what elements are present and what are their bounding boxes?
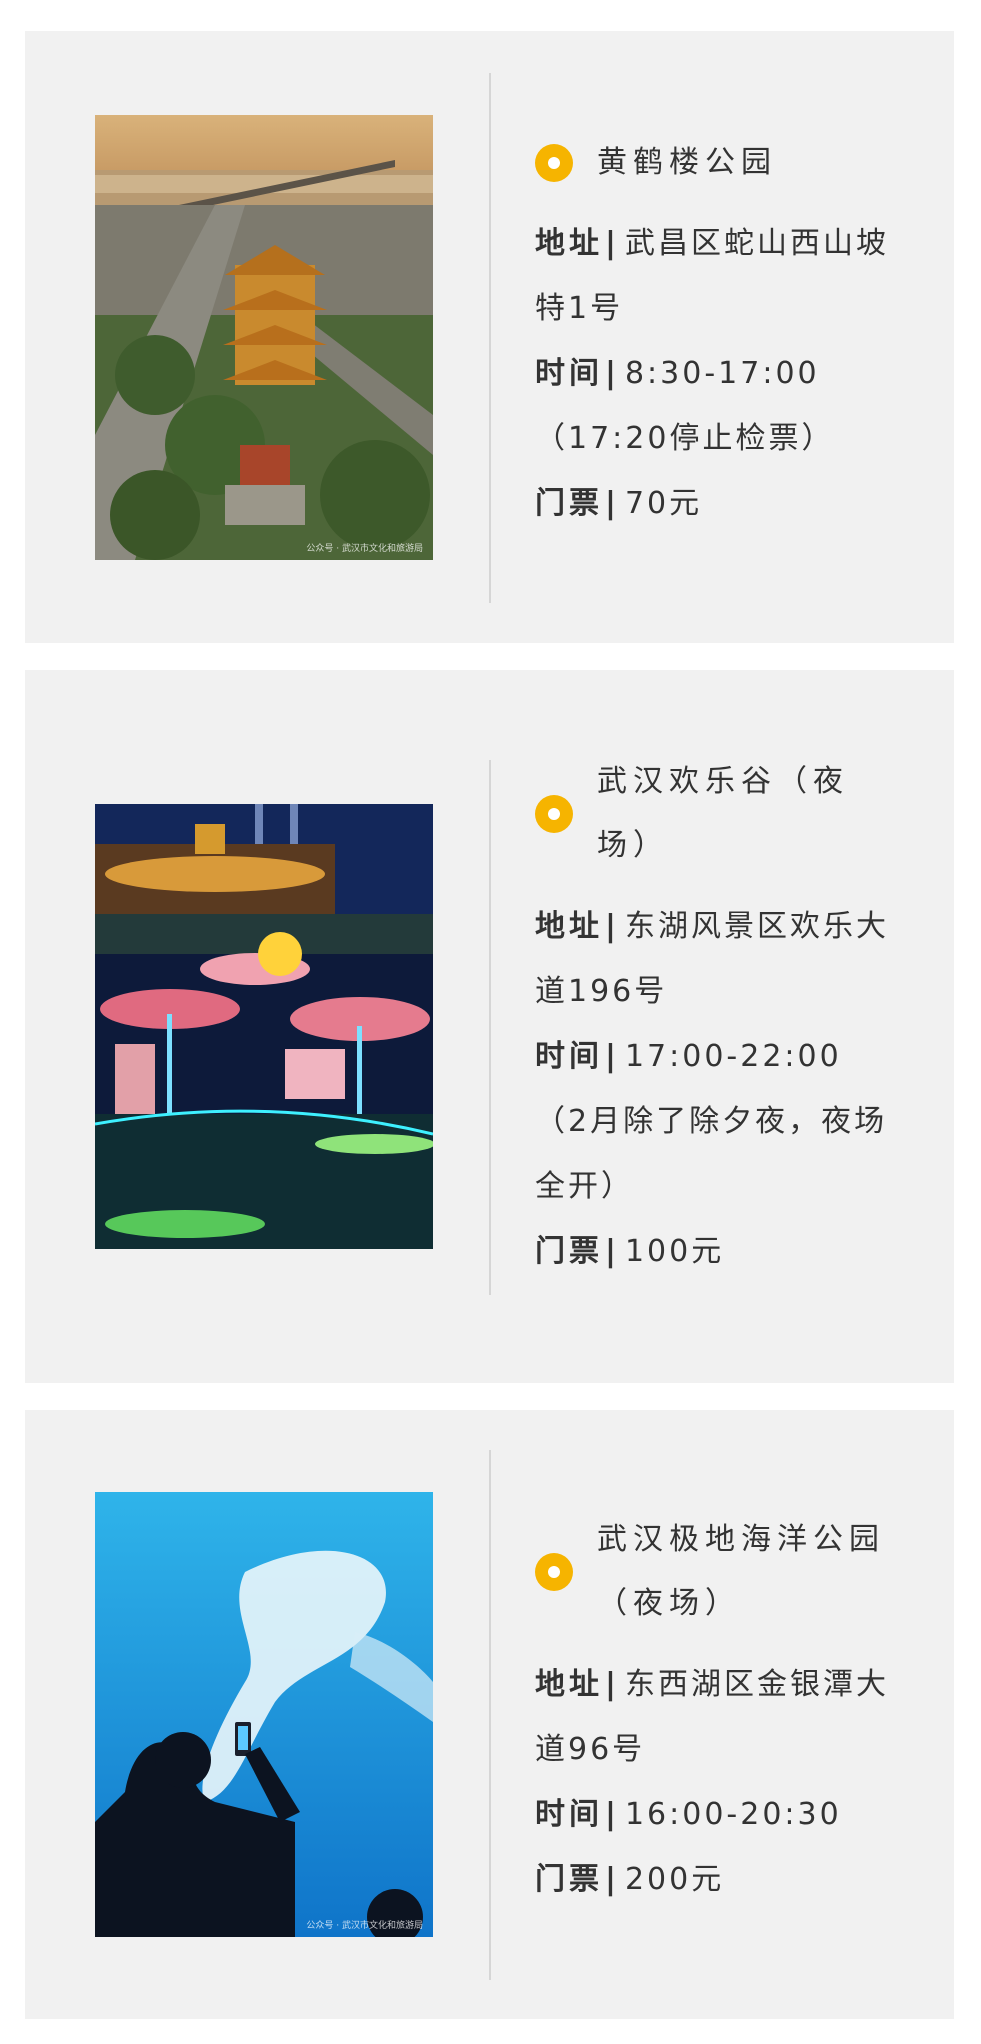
happy-valley-night-photo	[95, 804, 433, 1249]
attraction-card-polar-ocean-park: 公众号 · 武汉市文化和旅游局 武汉极地海洋公园（夜场） 地址| 东西湖区金银潭大…	[25, 1410, 954, 2019]
address-label: 地址	[535, 1667, 603, 1702]
ticket-value: 200元	[624, 1862, 725, 1897]
time-value: 17:00-22:00	[624, 1039, 842, 1074]
attraction-card-happy-valley: 武汉欢乐谷（夜场） 地址| 东湖风景区欢乐大道196号 时间| 17:00-22:0…	[25, 670, 954, 1383]
yellow-crane-tower-photo: 公众号 · 武汉市文化和旅游局	[95, 115, 433, 560]
ticket-label: 门票	[535, 1862, 603, 1897]
ticket-line: 门票| 200元	[535, 1862, 725, 1897]
vertical-divider	[489, 73, 491, 603]
circle-bullet-icon	[535, 795, 573, 833]
address-label: 地址	[535, 909, 603, 944]
attraction-title: 武汉欢乐谷（夜场）	[597, 764, 849, 863]
circle-bullet-icon	[535, 1553, 573, 1591]
vertical-divider	[489, 1450, 491, 1980]
circle-bullet-icon	[535, 144, 573, 182]
time-value: 8:30-17:00	[624, 356, 820, 391]
address-line: 地址| 东西湖区金银潭大道96号	[535, 1667, 889, 1767]
address-label: 地址	[535, 226, 603, 261]
title-row: 武汉极地海洋公园（夜场）	[535, 1508, 895, 1636]
time-label: 时间	[535, 1039, 603, 1074]
photo-watermark: 公众号 · 武汉市文化和旅游局	[306, 544, 423, 554]
time-note: （17:20停止检票）	[535, 421, 835, 456]
polar-ocean-park-photo: 公众号 · 武汉市文化和旅游局	[95, 1492, 433, 1937]
time-value: 16:00-20:30	[624, 1797, 842, 1832]
ticket-value: 100元	[624, 1234, 725, 1269]
title-row: 黄鹤楼公园	[535, 131, 895, 195]
attraction-title: 黄鹤楼公园	[597, 145, 777, 180]
attraction-info: 武汉欢乐谷（夜场） 地址| 东湖风景区欢乐大道196号 时间| 17:00-22:0…	[535, 750, 895, 1284]
attraction-card-yellow-crane-tower: 公众号 · 武汉市文化和旅游局 黄鹤楼公园 地址| 武昌区蛇山西山坡特1号 时间|…	[25, 31, 954, 643]
time-label: 时间	[535, 1797, 603, 1832]
title-row: 武汉欢乐谷（夜场）	[535, 750, 895, 878]
attraction-info: 黄鹤楼公园 地址| 武昌区蛇山西山坡特1号 时间| 8:30-17:00 （17:2…	[535, 131, 895, 536]
address-line: 地址| 东湖风景区欢乐大道196号	[535, 909, 889, 1009]
ticket-line: 门票| 70元	[535, 486, 703, 521]
ticket-value: 70元	[624, 486, 703, 521]
ticket-line: 门票| 100元	[535, 1234, 725, 1269]
time-note: （2月除了除夕夜，夜场全开）	[535, 1104, 888, 1204]
vertical-divider	[489, 760, 491, 1295]
ticket-label: 门票	[535, 1234, 603, 1269]
ticket-label: 门票	[535, 486, 603, 521]
time-label: 时间	[535, 356, 603, 391]
address-line: 地址| 武昌区蛇山西山坡特1号	[535, 226, 889, 326]
attraction-info: 武汉极地海洋公园（夜场） 地址| 东西湖区金银潭大道96号 时间| 16:00-20…	[535, 1508, 895, 1912]
photo-watermark: 公众号 · 武汉市文化和旅游局	[306, 1921, 423, 1931]
time-line: 时间| 8:30-17:00	[535, 356, 820, 391]
attraction-title: 武汉极地海洋公园（夜场）	[597, 1522, 885, 1621]
time-line: 时间| 17:00-22:00	[535, 1039, 842, 1074]
time-line: 时间| 16:00-20:30	[535, 1797, 842, 1832]
